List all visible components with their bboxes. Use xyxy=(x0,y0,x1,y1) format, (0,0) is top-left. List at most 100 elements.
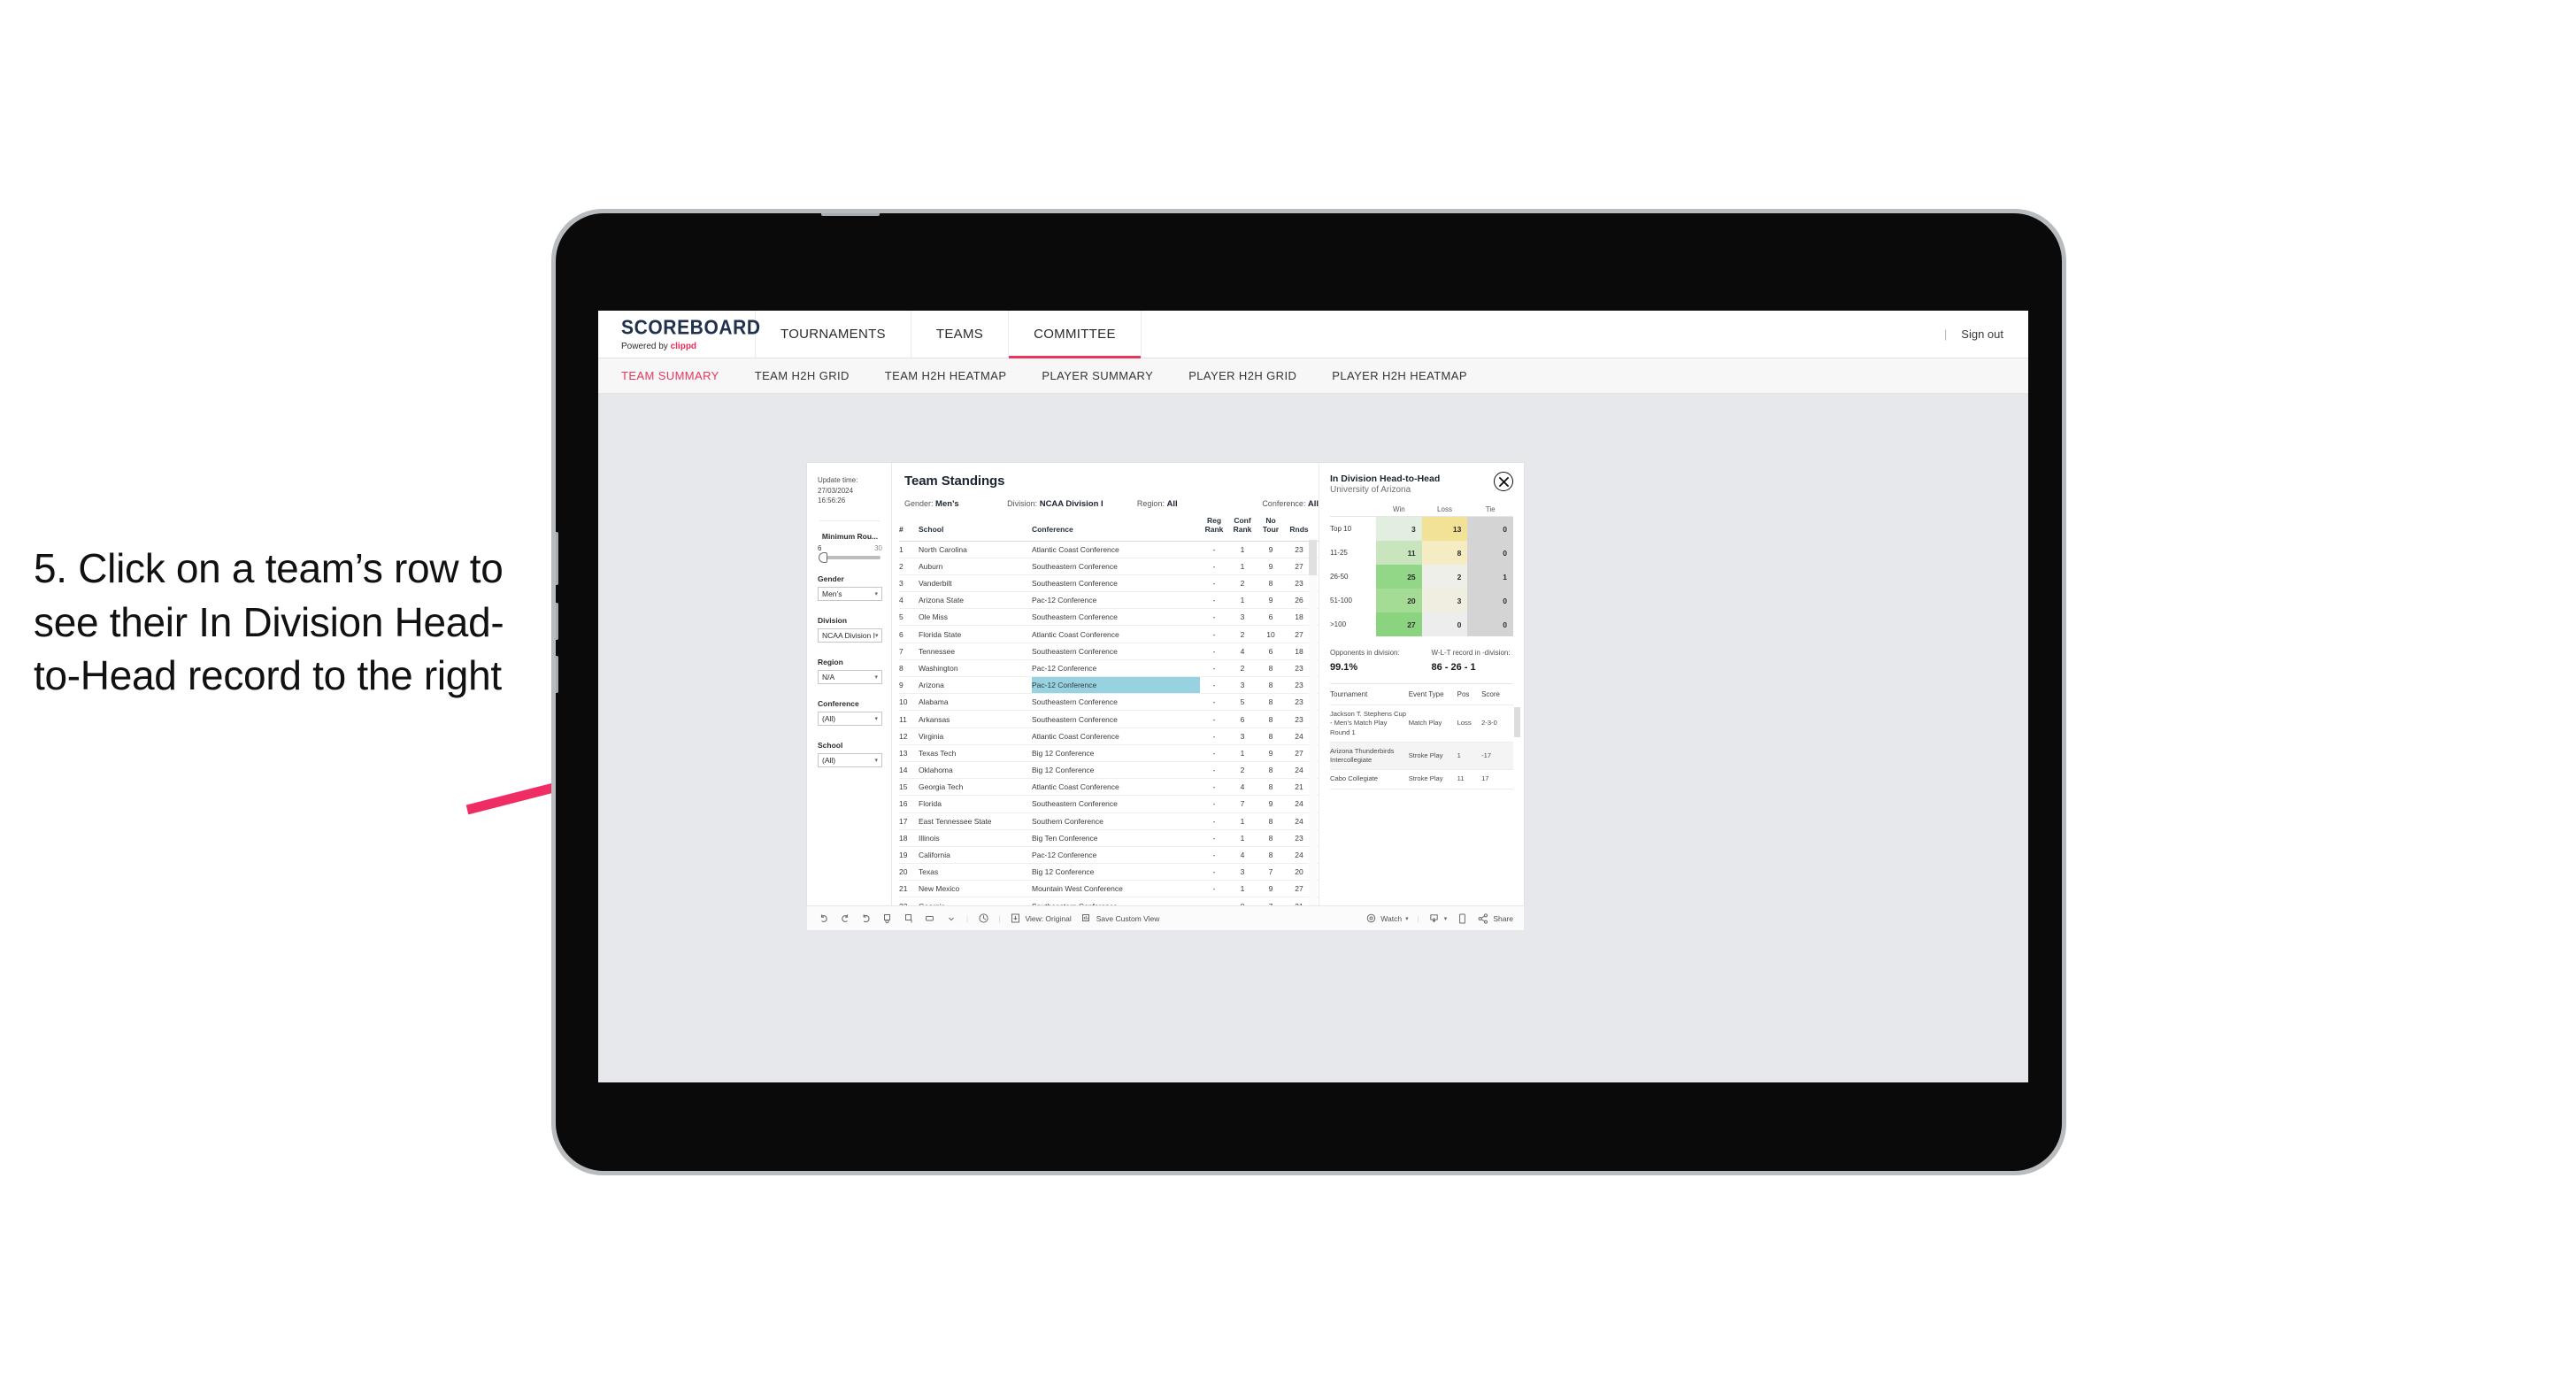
topnav-item-committee[interactable]: COMMITTEE xyxy=(1009,311,1142,358)
table-row[interactable]: 1 North Carolina Atlantic Coast Conference… xyxy=(899,541,1319,558)
heatmap-cell-loss[interactable]: 8 xyxy=(1421,541,1468,565)
table-row[interactable]: 7TennesseeSoutheastern Conference-46182 xyxy=(899,643,1319,660)
table-row[interactable]: 6 Florida State Atlantic Coast Conference -… xyxy=(899,625,1319,643)
opponents-row[interactable]: Cabo Collegiate Stroke Play 11 17 xyxy=(1330,769,1513,789)
select-division[interactable]: NCAA Division I ▾ xyxy=(818,628,882,643)
col-header-reg-rank[interactable]: Reg Rank xyxy=(1200,517,1228,542)
share-button[interactable]: Share xyxy=(1477,912,1513,925)
select-region[interactable]: N/A ▾ xyxy=(818,669,882,684)
revert-icon[interactable] xyxy=(860,912,873,925)
brand-logo[interactable]: SCOREBOARD Powered by clippd xyxy=(598,311,760,358)
heatmap-cell-win[interactable]: 11 xyxy=(1376,541,1422,565)
col-header-no-tour[interactable]: No Tour xyxy=(1257,517,1285,542)
table-row[interactable]: 2AuburnSoutheastern Conference-19276 xyxy=(899,558,1319,575)
heatmap-cell-loss[interactable]: 3 xyxy=(1421,589,1468,612)
table-cell-conf-rank: 2 xyxy=(1228,761,1257,780)
heatmap-cell-tie[interactable]: 0 xyxy=(1467,517,1514,541)
table-row[interactable]: 10AlabamaSoutheastern Conference-58233 xyxy=(899,693,1319,712)
heatmap-cell-loss[interactable]: 0 xyxy=(1421,612,1468,636)
opponents-table: Tournament Event Type Pos Score Jackson … xyxy=(1330,684,1513,789)
tab-player-h2h-grid[interactable]: PLAYER H2H GRID xyxy=(1188,369,1296,382)
table-row[interactable]: 22GeorgiaSoutheastern Conference-87211 xyxy=(899,897,1319,905)
heatmap-cell-tie[interactable]: 0 xyxy=(1467,612,1514,636)
redo-icon[interactable] xyxy=(839,912,851,925)
tab-team-h2h-grid[interactable]: TEAM H2H GRID xyxy=(755,369,850,382)
table-row[interactable]: 17 East Tennessee State Southern Conferenc… xyxy=(899,812,1319,830)
table-row[interactable]: 20TexasBig 12 Conference-37200 xyxy=(899,863,1319,882)
view-original-button[interactable]: View: Original xyxy=(1009,912,1072,925)
volume-up-button[interactable] xyxy=(556,532,558,585)
table-row[interactable]: 5Ole MissSoutheastern Conference-36181 xyxy=(899,608,1319,627)
power-button[interactable] xyxy=(821,213,880,216)
table-row[interactable]: 13Texas TechBig 12 Conference-19272 xyxy=(899,744,1319,762)
update-time-block: Update time: 27/03/2024 16:56:26 xyxy=(818,475,882,506)
table-row[interactable]: 8WashingtonPac-12 Conference-28231 xyxy=(899,659,1319,678)
heatmap-cell-loss[interactable]: 13 xyxy=(1421,517,1468,541)
pause-data-icon[interactable] xyxy=(903,912,915,925)
opponents-cell-event-type: Stroke Play xyxy=(1408,769,1457,789)
heatmap-cell-loss[interactable]: 2 xyxy=(1421,565,1468,589)
table-row[interactable]: 16FloridaSoutheastern Conference-79244 xyxy=(899,795,1319,813)
table-row[interactable]: 18IllinoisBig Ten Conference-18233 xyxy=(899,829,1319,847)
slider-track[interactable] xyxy=(819,551,880,563)
tab-player-summary[interactable]: PLAYER SUMMARY xyxy=(1042,369,1153,382)
table-row[interactable]: 3VanderbiltSoutheastern Conference-28235 xyxy=(899,574,1319,593)
table-vertical-scrollbar-track[interactable] xyxy=(1309,538,1317,905)
download-button[interactable]: ▾ xyxy=(1428,912,1447,925)
col-header-conf-rank[interactable]: Conf Rank xyxy=(1228,517,1257,542)
table-cell-conference: Pac-12 Conference xyxy=(1032,659,1200,678)
undo-icon[interactable] xyxy=(818,912,830,925)
opponents-row[interactable]: Arizona Thunderbirds Intercollegiate Stro… xyxy=(1330,742,1513,771)
watch-button[interactable]: Watch ▾ xyxy=(1365,912,1409,925)
opp-col-tournament[interactable]: Tournament xyxy=(1330,684,1409,705)
table-row[interactable]: 14OklahomaBig 12 Conference-28242 xyxy=(899,761,1319,780)
table-cell-school: North Carolina xyxy=(919,541,1032,558)
table-row[interactable]: 12 Virginia Atlantic Coast Conference -3 8 24… xyxy=(899,728,1319,745)
heatmap-cell-win[interactable]: 27 xyxy=(1376,612,1422,636)
opp-col-score[interactable]: Score xyxy=(1481,684,1513,705)
topnav-label: TOURNAMENTS xyxy=(780,327,886,342)
opp-col-event-type[interactable]: Event Type xyxy=(1408,684,1457,705)
topnav-item-teams[interactable]: TEAMS xyxy=(911,311,1010,358)
table-row[interactable]: 21 New Mexico Mountain West Conference -1 9 2… xyxy=(899,880,1319,898)
select-school[interactable]: (All) ▾ xyxy=(818,752,882,767)
refresh-data-icon[interactable] xyxy=(881,912,894,925)
col-header-rnds[interactable]: Rnds xyxy=(1285,517,1313,542)
col-header-rank[interactable]: # xyxy=(899,517,919,542)
table-row[interactable]: 9ArizonaPac-12 Conference-38232 xyxy=(899,676,1319,695)
select-gender[interactable]: Men’s ▾ xyxy=(818,586,882,601)
device-preview-icon[interactable] xyxy=(1456,912,1468,925)
volume-down-button[interactable] xyxy=(556,603,558,640)
table-row[interactable]: 19CaliforniaPac-12 Conference-48242 xyxy=(899,846,1319,865)
table-row[interactable]: 4Arizona StatePac-12 Conference-19261 xyxy=(899,591,1319,610)
chevron-down-icon[interactable] xyxy=(945,912,957,925)
tab-player-h2h-heatmap[interactable]: PLAYER H2H HEATMAP xyxy=(1332,369,1467,382)
heatmap-cell-win[interactable]: 25 xyxy=(1376,565,1422,589)
table-row[interactable]: 15 Georgia Tech Atlantic Coast Conference -… xyxy=(899,778,1319,797)
table-row[interactable]: 11ArkansasSoutheastern Conference-68232 xyxy=(899,710,1319,728)
topnav-item-tournaments[interactable]: TOURNAMENTS xyxy=(756,311,911,358)
opponents-scrollbar-thumb[interactable] xyxy=(1514,707,1520,737)
save-custom-view-button[interactable]: Save Custom View xyxy=(1080,912,1159,925)
layout-icon[interactable] xyxy=(924,912,936,925)
table-vertical-scrollbar-thumb[interactable] xyxy=(1309,540,1317,575)
tablet-bezel: SCOREBOARD Powered by clippd TOURNAMENTS… xyxy=(556,213,2062,1171)
side-button[interactable] xyxy=(556,656,558,693)
opponents-cell-pos: 11 xyxy=(1457,769,1482,789)
opponents-row[interactable]: Jackson T. Stephens Cup - Men’s Match Pl… xyxy=(1330,705,1513,743)
slider-handle[interactable] xyxy=(819,551,827,563)
heatmap-cell-win[interactable]: 20 xyxy=(1376,589,1422,612)
heatmap-cell-tie[interactable]: 0 xyxy=(1467,541,1514,565)
signout-link[interactable]: Sign out xyxy=(1961,327,2003,341)
col-header-school[interactable]: School xyxy=(919,517,1032,542)
opp-col-pos[interactable]: Pos xyxy=(1457,684,1482,705)
heatmap-cell-tie[interactable]: 1 xyxy=(1467,565,1514,589)
col-header-conference[interactable]: Conference xyxy=(1032,517,1200,542)
heatmap-cell-tie[interactable]: 0 xyxy=(1467,589,1514,612)
close-icon[interactable] xyxy=(1494,472,1513,491)
tab-team-h2h-heatmap[interactable]: TEAM H2H HEATMAP xyxy=(885,369,1007,382)
pause-refresh-icon[interactable] xyxy=(977,912,989,925)
tab-team-summary[interactable]: TEAM SUMMARY xyxy=(621,369,719,382)
heatmap-cell-win[interactable]: 3 xyxy=(1376,517,1422,541)
select-conference[interactable]: (All) ▾ xyxy=(818,711,882,726)
